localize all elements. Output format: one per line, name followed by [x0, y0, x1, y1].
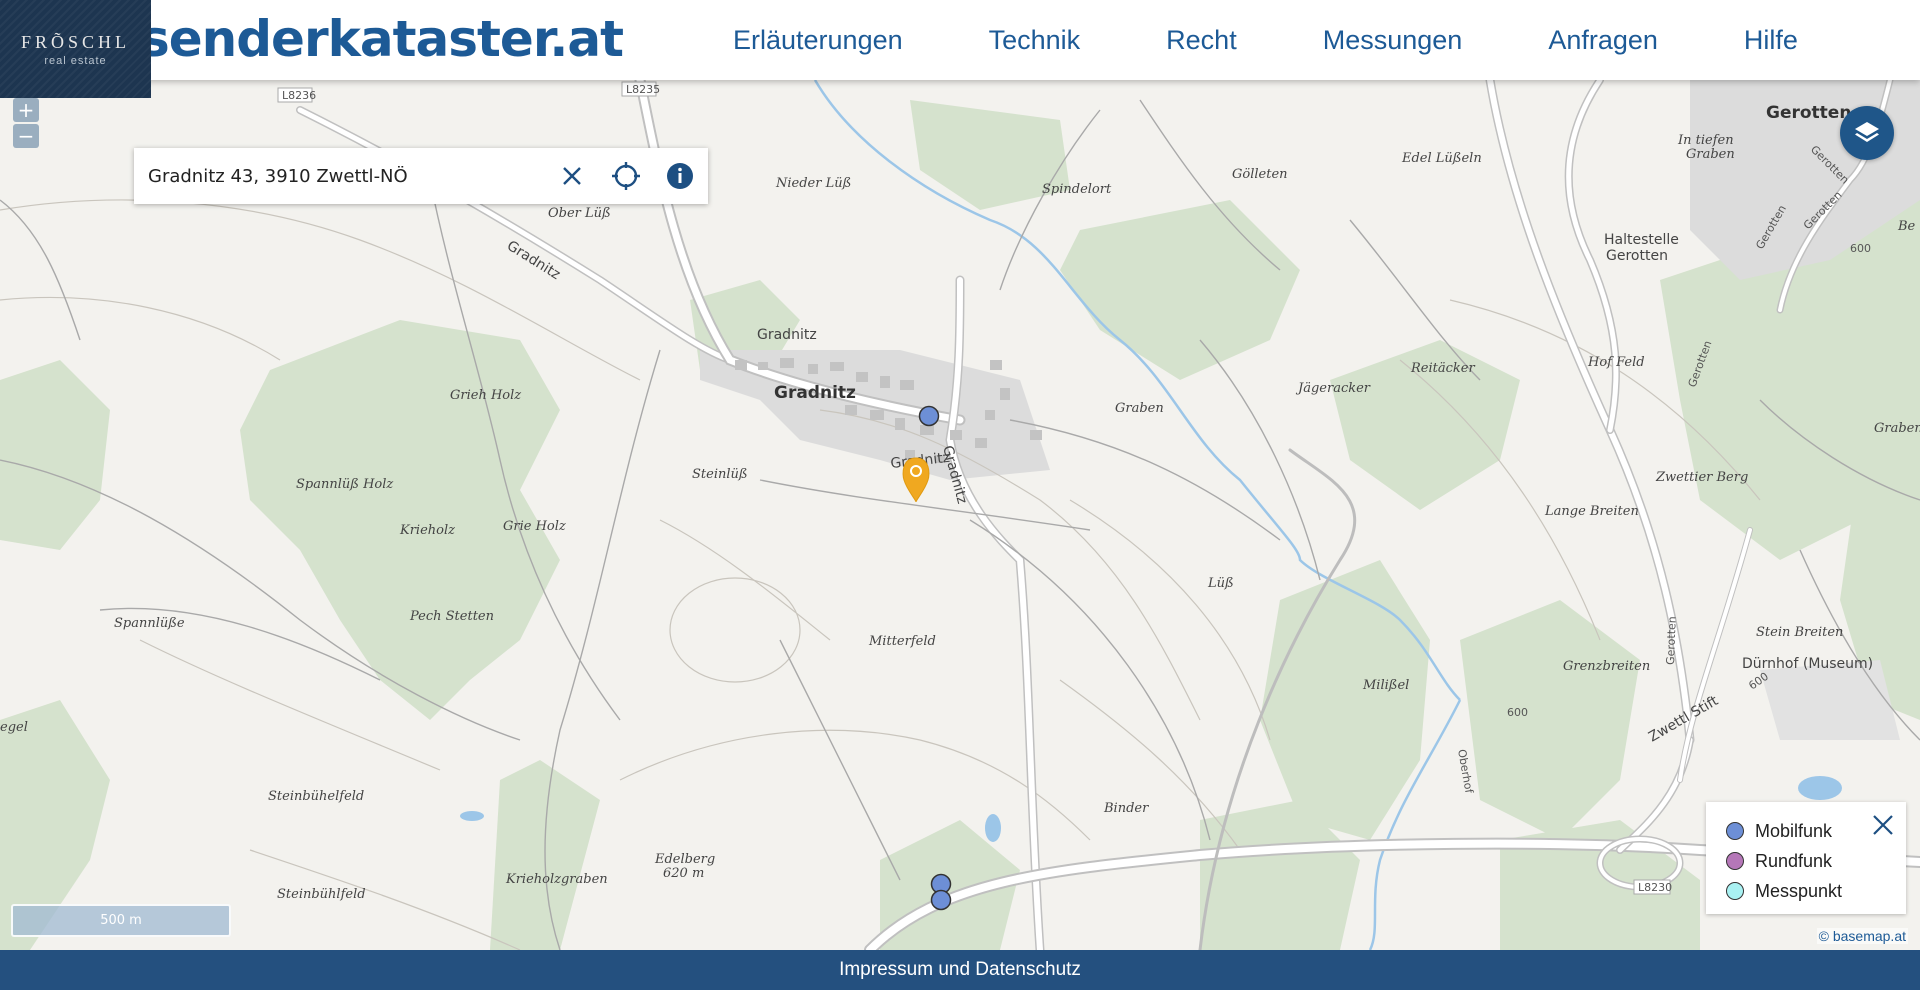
zoom-out-button[interactable]: − [13, 124, 39, 148]
map-canvas[interactable]: Gradnitz Gradnitz Gradnitz Gradnitz Grad… [0, 80, 1920, 950]
label-duernhof: Dürnhof (Museum) [1742, 656, 1873, 672]
label-grieh-holz: Grieh Holz [450, 388, 521, 403]
layers-icon [1855, 122, 1879, 142]
label-haltestelle: Haltestelle [1604, 232, 1679, 248]
label-gradnitz-small: Gradnitz [757, 327, 817, 343]
label-graben: Graben [1115, 401, 1164, 416]
legend-item-messpunkt: Messpunkt [1726, 876, 1906, 906]
mobilfunk-dot-icon [1726, 822, 1744, 840]
label-edelberg-height: 620 m [663, 866, 704, 881]
legend-close-icon[interactable] [1870, 812, 1896, 838]
clear-icon[interactable] [556, 160, 588, 192]
label-steinbuehelfeld: Steinbühelfeld [268, 789, 364, 804]
label-ober-luess: Ober Lüß [548, 206, 611, 221]
basemap: Gradnitz Gradnitz Gradnitz Gradnitz Grad… [0, 80, 1920, 950]
main-nav: Erläuterungen Technik Recht Messungen An… [690, 0, 1841, 80]
label-spindelort: Spindelort [1042, 182, 1112, 197]
zoom-in-button[interactable]: + [13, 98, 39, 122]
pond [1798, 776, 1842, 800]
label-be: Be [1897, 219, 1916, 234]
label-edel-luesseln: Edel Lüßeln [1401, 151, 1482, 166]
layers-button[interactable] [1840, 106, 1894, 160]
mobilfunk-marker[interactable] [918, 405, 940, 427]
label-reitaecker: Reitäcker [1410, 361, 1475, 376]
logo-name: FRÕSCHL [20, 31, 131, 52]
label-height-600b: 600 [1507, 706, 1528, 719]
label-hof-feld: Hof Feld [1587, 355, 1645, 370]
label-binder: Binder [1103, 801, 1149, 816]
map-legend: Mobilfunk Rundfunk Messpunkt [1706, 802, 1906, 914]
legend-label: Rundfunk [1755, 850, 1833, 871]
scale-bar: 500 m [11, 904, 231, 937]
shield-l8235: L8235 [626, 83, 660, 96]
label-grenzbreiten: Grenzbreiten [1563, 659, 1650, 674]
nav-recht[interactable]: Recht [1166, 25, 1237, 56]
rundfunk-dot-icon [1726, 852, 1744, 870]
label-height-600a: 600 [1850, 242, 1871, 255]
label-lange-breiten: Lange Breiten [1544, 504, 1639, 519]
label-mitterfeld: Mitterfeld [868, 634, 936, 649]
map-attribution[interactable]: © basemap.at [1816, 928, 1908, 944]
label-goelleten: Gölleten [1232, 167, 1288, 182]
label-gerotten-road5: Gerotten [1664, 616, 1679, 665]
label-gerotten: Gerotten [1766, 103, 1851, 123]
nav-anfragen[interactable]: Anfragen [1548, 25, 1658, 56]
site-header: senderkataster.at Erläuterungen Technik … [0, 0, 1920, 80]
mobilfunk-marker[interactable] [930, 889, 952, 911]
shield-l8230: L8230 [1638, 881, 1672, 894]
address-search-box [134, 148, 708, 204]
label-stein-breiten: Stein Breiten [1756, 625, 1843, 640]
nav-erlaeuterungen[interactable]: Erläuterungen [733, 25, 903, 56]
site-footer: Impressum und Datenschutz [0, 950, 1920, 990]
label-luess: Lüß [1207, 576, 1234, 591]
label-miliessel: Milißel [1362, 678, 1409, 693]
label-steinluess: Steinlüß [692, 467, 748, 482]
legend-item-rundfunk: Rundfunk [1726, 846, 1906, 876]
label-steinbuehlfeld: Steinbühlfeld [277, 887, 366, 902]
label-zwettier-berg: Zwettier Berg [1655, 470, 1748, 485]
label-spannluess-holz: Spannlüß Holz [296, 477, 393, 492]
site-brand[interactable]: senderkataster.at [140, 6, 624, 72]
label-krieholz: Krieholz [399, 523, 455, 538]
messpunkt-dot-icon [1726, 882, 1744, 900]
label-in-tiefen: In tiefen [1677, 133, 1734, 148]
froeschl-logo: FRÕSCHL real estate [0, 0, 151, 98]
legend-label: Mobilfunk [1755, 820, 1833, 841]
label-spannluesse: Spannlüße [114, 616, 185, 631]
nav-technik[interactable]: Technik [989, 25, 1081, 56]
nav-messungen[interactable]: Messungen [1323, 25, 1463, 56]
zoom-controls: + − [13, 98, 39, 148]
legend-label: Messpunkt [1755, 880, 1843, 901]
address-search-input[interactable] [134, 165, 534, 187]
label-edelberg: Edelberg [654, 852, 715, 867]
label-graben-tiefen: Graben [1686, 147, 1735, 162]
locate-icon[interactable] [610, 160, 642, 192]
label-nieder-luess: Nieder Lüß [775, 176, 851, 191]
label-gradnitz-main: Gradnitz [774, 383, 856, 403]
logo-tagline: real estate [44, 54, 107, 67]
label-pech-stetten: Pech Stetten [409, 609, 494, 624]
label-grie-holz: Grie Holz [503, 519, 566, 534]
shield-l8236: L8236 [282, 89, 316, 102]
label-jaegeracker: Jägeracker [1295, 381, 1371, 396]
info-icon[interactable] [664, 160, 696, 192]
label-egel: egel [0, 720, 28, 735]
label-haltestelle-gerotten: Gerotten [1606, 248, 1668, 264]
nav-hilfe[interactable]: Hilfe [1744, 25, 1798, 56]
label-krieholzgraben: Krieholzgraben [505, 872, 608, 887]
label-graben-r: Graben [1874, 421, 1920, 436]
impressum-link[interactable]: Impressum und Datenschutz [839, 959, 1081, 980]
